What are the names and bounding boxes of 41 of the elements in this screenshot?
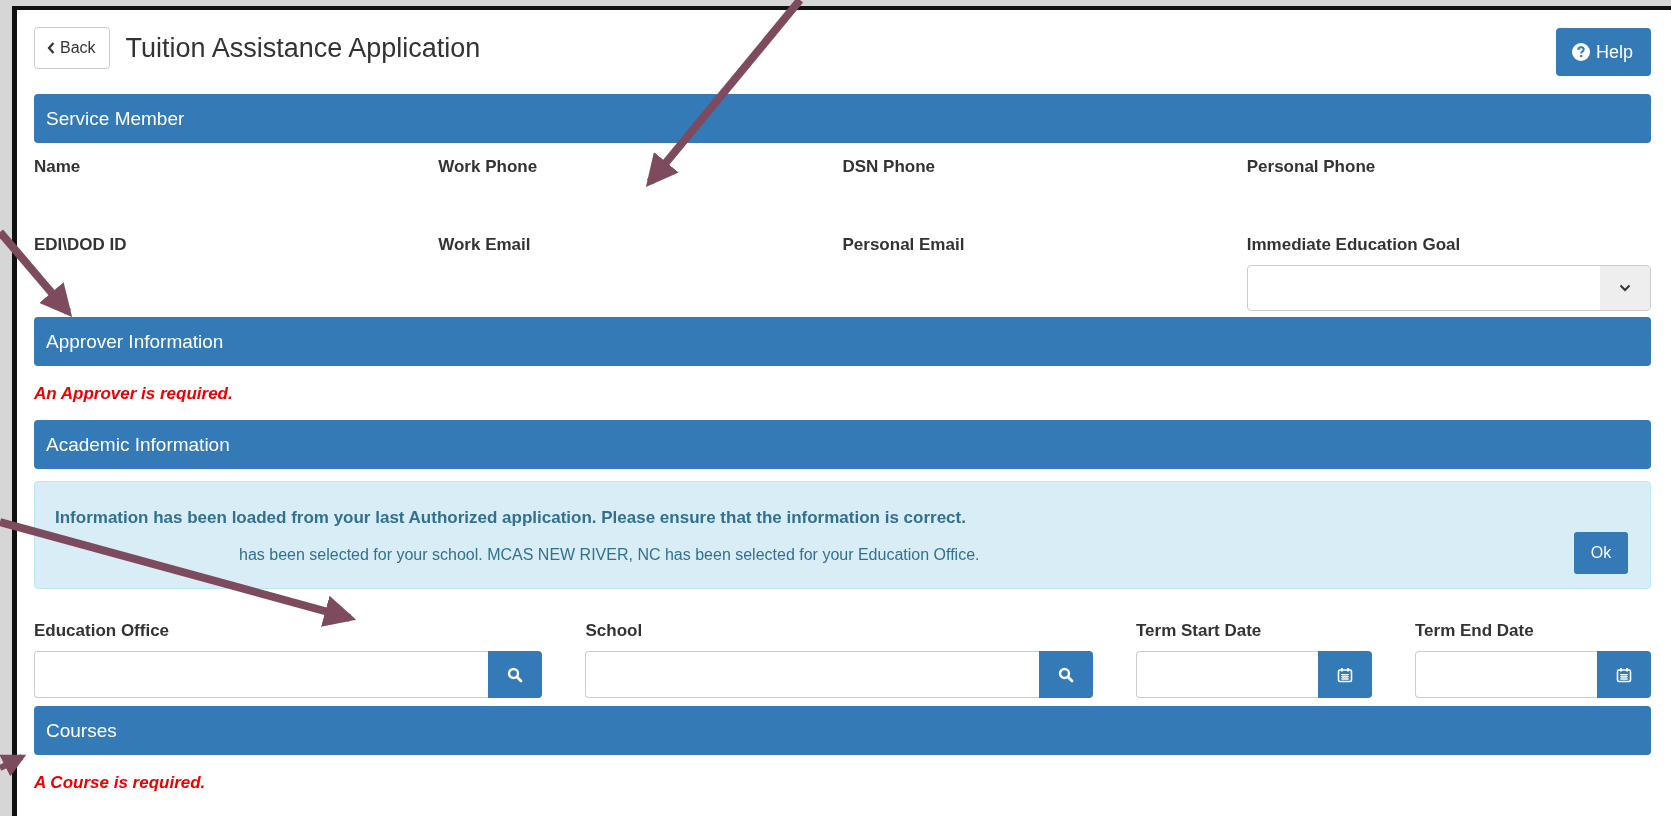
- ok-button[interactable]: Ok: [1574, 532, 1628, 574]
- search-button[interactable]: [488, 651, 543, 698]
- input-field[interactable]: [585, 651, 1039, 698]
- annotation-arrow: [0, 754, 27, 777]
- alert-heading: Information has been loaded from your last Authorized application. Please ensure that the information is correct.: [55, 508, 967, 528]
- calendar-button[interactable]: [1597, 651, 1651, 698]
- section-header: Academic Information: [34, 420, 1651, 469]
- input-field[interactable]: [1136, 651, 1318, 698]
- calendar-icon: [1337, 666, 1353, 683]
- chevron-left-icon: [47, 42, 55, 54]
- help-icon: [1571, 43, 1590, 61]
- field-label: Name: [34, 157, 82, 177]
- page-title: Tuition Assistance Application: [125, 32, 482, 64]
- chevron-down-icon: [1619, 284, 1631, 292]
- error-message: An Approver is required.: [34, 383, 234, 405]
- calendar-icon: [1616, 666, 1632, 683]
- field-label: Work Email: [438, 235, 532, 255]
- search-button[interactable]: [1039, 651, 1093, 698]
- alert-message: has been selected for your school. MCAS NEW RIVER, NC has been selected for your Education Office.: [238, 546, 981, 564]
- input-field[interactable]: [1415, 651, 1597, 698]
- field-label: EDI\DOD ID: [34, 235, 128, 255]
- field-label: Personal Email: [842, 235, 966, 255]
- dropdown-field[interactable]: [1246, 265, 1651, 311]
- field-label: Term End Date: [1415, 621, 1535, 641]
- back-button[interactable]: Back: [34, 27, 110, 69]
- input-field[interactable]: [34, 651, 489, 698]
- calendar-button[interactable]: [1318, 651, 1372, 698]
- field-label: School: [585, 621, 644, 641]
- field-label: Work Phone: [438, 157, 539, 177]
- section-header: Service Member: [34, 94, 1651, 143]
- section-header: Courses: [34, 706, 1651, 755]
- field-label: DSN Phone: [842, 157, 937, 177]
- section-header: Approver Information: [34, 317, 1651, 366]
- error-message: A Course is required.: [34, 772, 207, 794]
- search-icon: [1058, 666, 1074, 683]
- field-label: Immediate Education Goal: [1246, 235, 1462, 255]
- field-label: Education Office: [34, 621, 171, 641]
- field-label: Personal Phone: [1246, 157, 1377, 177]
- help-button[interactable]: Help: [1555, 28, 1651, 76]
- search-icon: [507, 666, 524, 683]
- field-label: Term Start Date: [1136, 621, 1263, 641]
